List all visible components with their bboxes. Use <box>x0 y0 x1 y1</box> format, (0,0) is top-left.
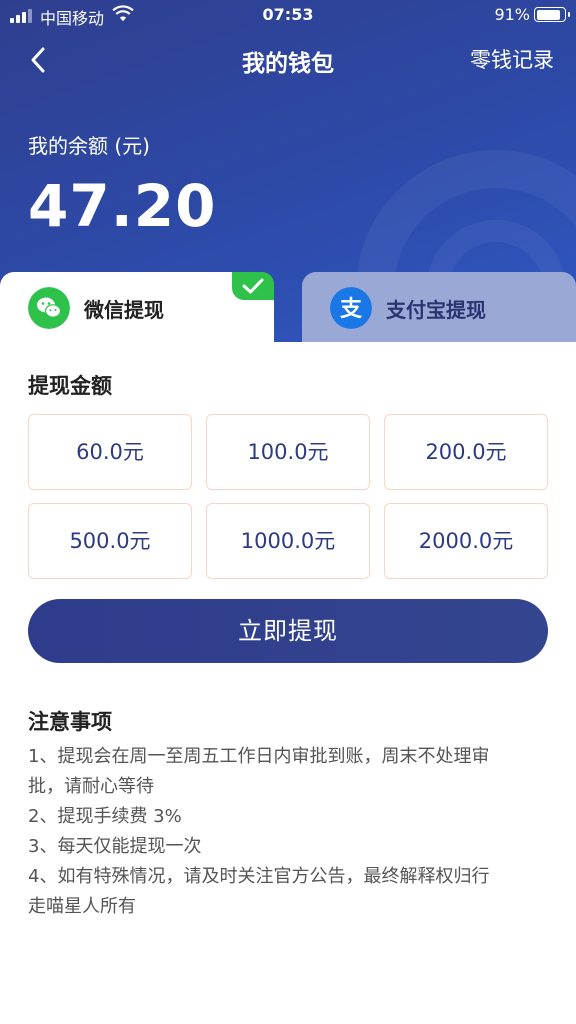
clock: 07:53 <box>262 5 314 24</box>
amount-option[interactable]: 1000.0元 <box>206 503 370 579</box>
balance-label: 我的余额 (元) <box>28 134 150 158</box>
note-line: 批，请耐心等待 <box>28 776 154 797</box>
notes-list: 1、提现会在周一至周五工作日内审批到账，周末不处理审 批，请耐心等待 2、提现手… <box>28 742 548 922</box>
note-line: 2、提现手续费 3% <box>28 806 182 827</box>
status-bar: 中国移动 07:53 91% <box>0 0 576 30</box>
alipay-icon: 支 <box>330 287 372 329</box>
amount-option[interactable]: 60.0元 <box>28 414 192 490</box>
wechat-icon <box>28 287 70 329</box>
amount-option[interactable]: 100.0元 <box>206 414 370 490</box>
battery-icon <box>534 7 570 22</box>
selected-check-icon <box>232 272 274 300</box>
battery-percent: 91% <box>494 5 530 24</box>
note-line: 1、提现会在周一至周五工作日内审批到账，周末不处理审 <box>28 746 490 767</box>
tab-wechat-label: 微信提现 <box>84 298 164 322</box>
svg-text:支: 支 <box>340 297 363 322</box>
tab-alipay-label: 支付宝提现 <box>386 298 486 322</box>
notes-title: 注意事项 <box>28 710 112 734</box>
amount-option[interactable]: 200.0元 <box>384 414 548 490</box>
balance-amount: 47.20 <box>28 172 217 240</box>
note-line: 4、如有特殊情况，请及时关注官方公告，最终解释权归行 <box>28 866 490 887</box>
note-line: 走喵星人所有 <box>28 896 136 917</box>
amount-option[interactable]: 2000.0元 <box>384 503 548 579</box>
change-records-link[interactable]: 零钱记录 <box>470 44 554 74</box>
note-line: 3、每天仅能提现一次 <box>28 836 202 857</box>
nav-bar: 我的钱包 零钱记录 <box>0 38 576 82</box>
tab-alipay-withdraw[interactable]: 支 支付宝提现 <box>302 272 576 342</box>
withdraw-now-button[interactable]: 立即提现 <box>28 599 548 663</box>
amount-option[interactable]: 500.0元 <box>28 503 192 579</box>
withdraw-panel: 提现金额 60.0元 100.0元 200.0元 500.0元 1000.0元 … <box>0 342 576 1024</box>
amount-section-title: 提现金额 <box>28 374 112 398</box>
